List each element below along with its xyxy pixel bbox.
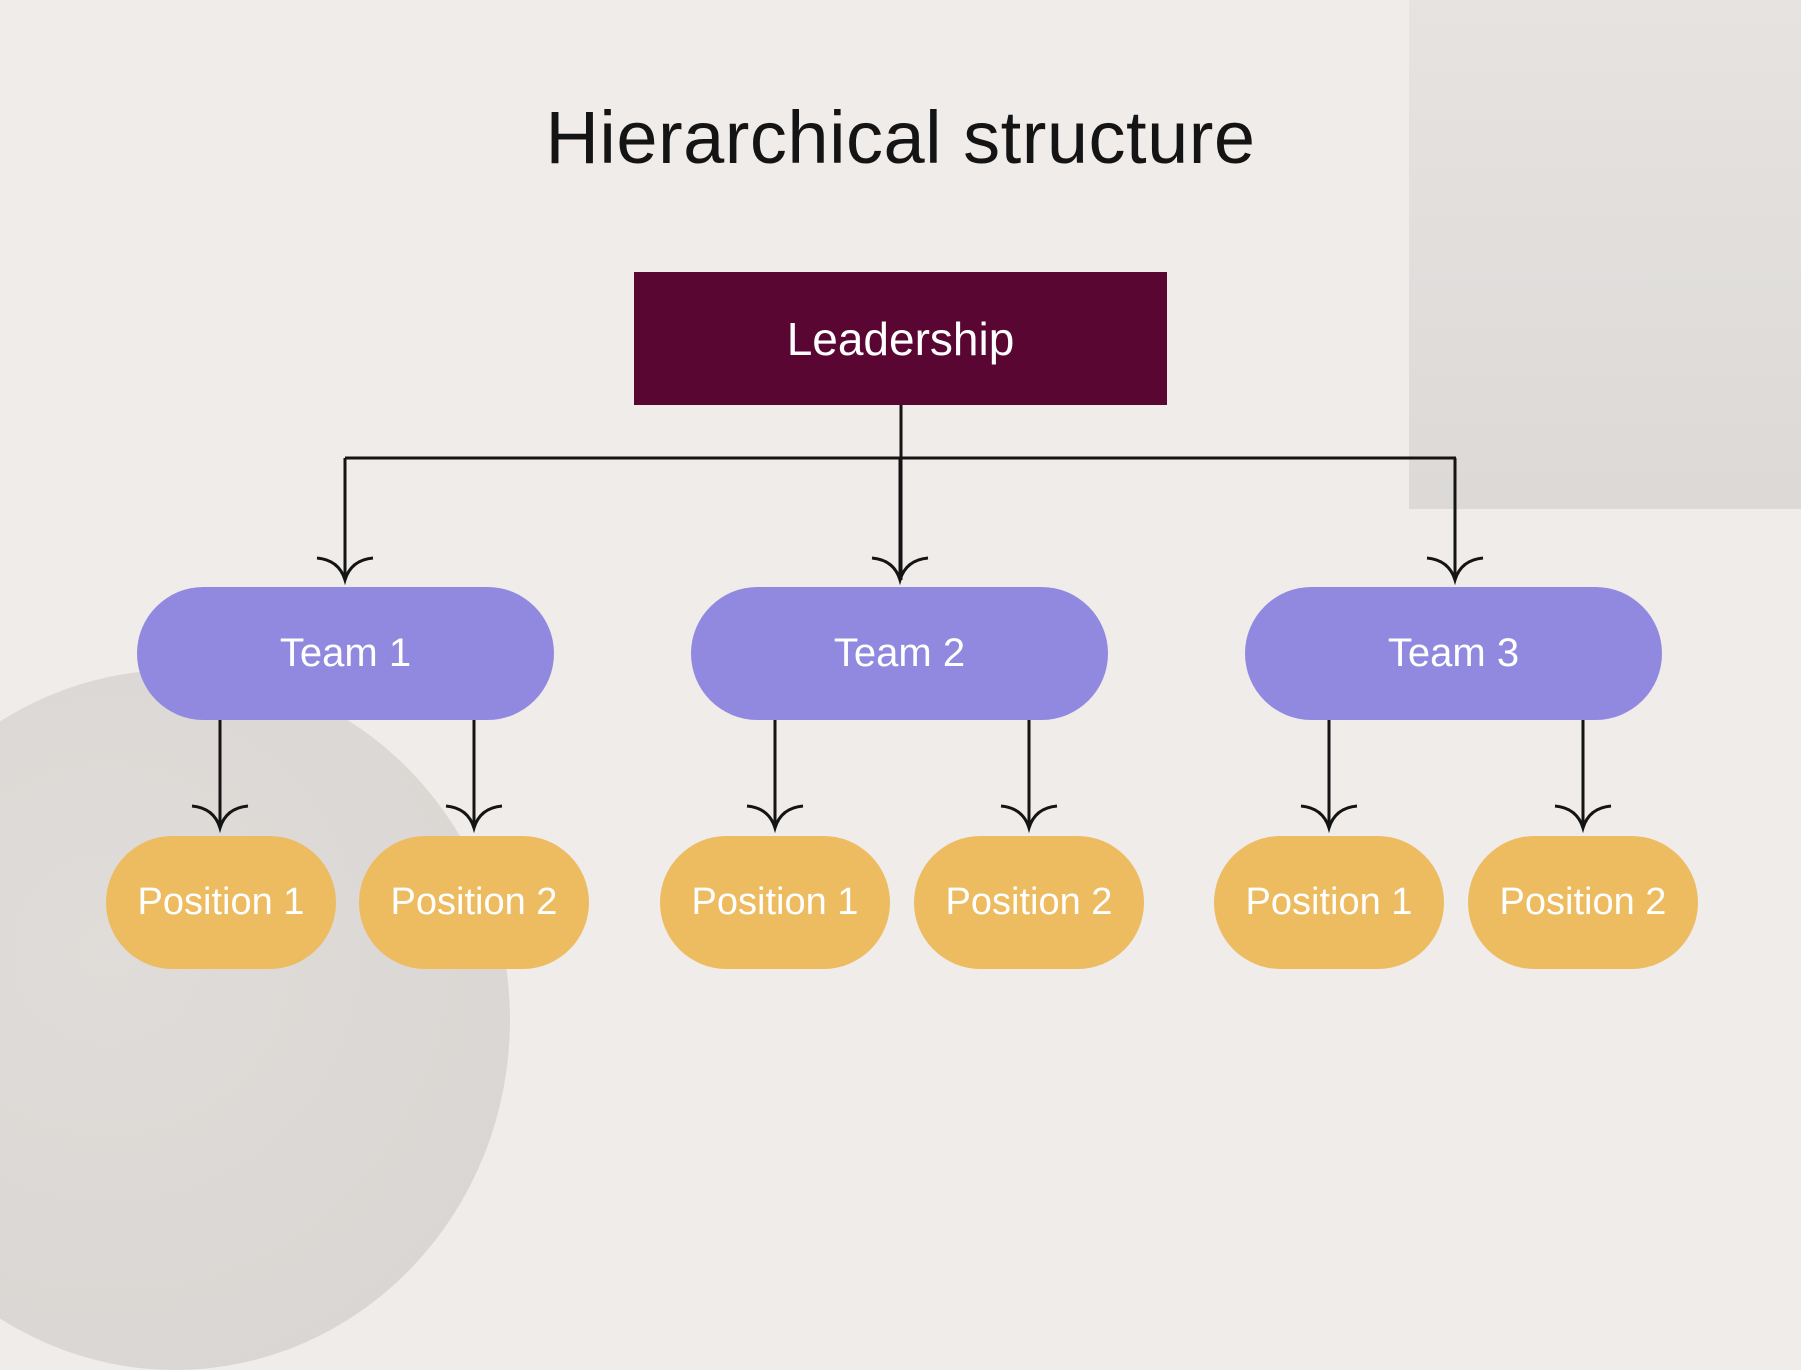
team-node-3: Team 3	[1245, 587, 1662, 720]
position-node-3-2: Position 2	[1468, 836, 1698, 969]
team-label: Team 3	[1387, 631, 1520, 675]
team-label: Team 1	[279, 631, 412, 675]
team-node-2: Team 2	[691, 587, 1108, 720]
position-label: Position 1	[691, 881, 859, 923]
position-label: Position 1	[1245, 881, 1413, 923]
position-label: Position 2	[945, 881, 1113, 923]
position-label: Position 2	[390, 881, 558, 923]
position-node-2-1: Position 1	[660, 836, 890, 969]
team-node-1: Team 1	[137, 587, 554, 720]
position-node-1-2: Position 2	[359, 836, 589, 969]
position-node-2-2: Position 2	[914, 836, 1144, 969]
position-node-3-1: Position 1	[1214, 836, 1444, 969]
leadership-label: Leadership	[786, 312, 1015, 365]
position-node-1-1: Position 1	[106, 836, 336, 969]
position-label: Position 2	[1499, 881, 1667, 923]
position-label: Position 1	[137, 881, 305, 923]
team-label: Team 2	[833, 631, 966, 675]
leadership-node: Leadership	[634, 272, 1167, 405]
